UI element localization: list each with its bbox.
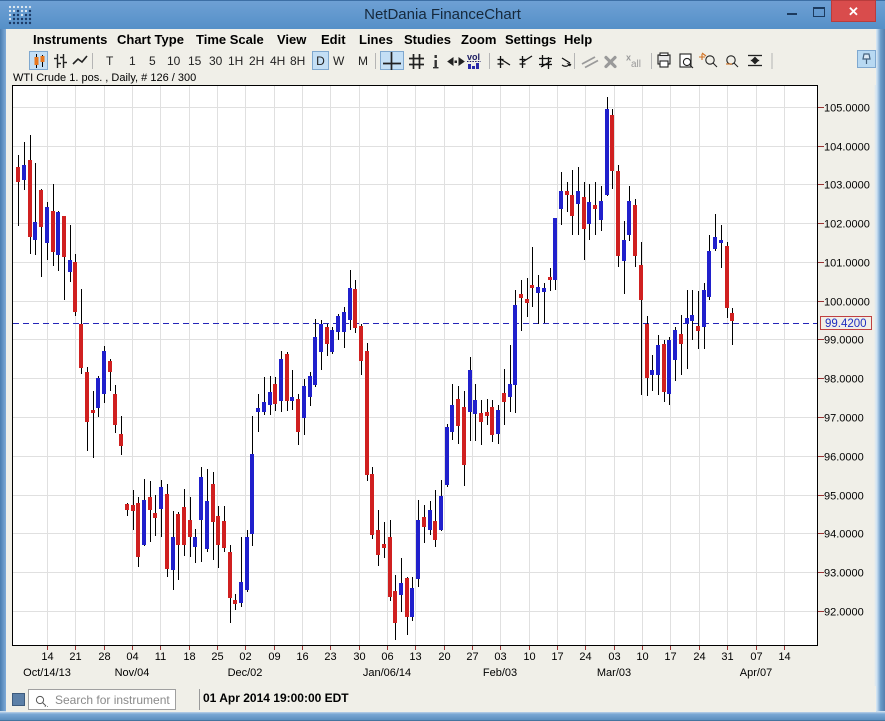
svg-text:10: 10 — [523, 651, 535, 663]
svg-text:Dec/02: Dec/02 — [228, 667, 263, 679]
svg-text:103.0000: 103.0000 — [824, 180, 870, 192]
svg-text:09: 09 — [268, 651, 280, 663]
svg-text:23: 23 — [324, 651, 336, 663]
svg-text:27: 27 — [466, 651, 478, 663]
svg-text:28: 28 — [98, 651, 110, 663]
svg-text:21: 21 — [69, 651, 81, 663]
svg-text:11: 11 — [155, 651, 166, 663]
svg-text:99.0000: 99.0000 — [824, 335, 864, 347]
svg-text:24: 24 — [579, 651, 591, 663]
svg-text:100.0000: 100.0000 — [824, 297, 870, 309]
svg-text:92.0000: 92.0000 — [824, 607, 864, 619]
svg-text:14: 14 — [778, 651, 790, 663]
svg-text:31: 31 — [721, 651, 733, 663]
svg-text:..: .. — [44, 700, 48, 708]
svg-text:93.0000: 93.0000 — [824, 568, 864, 580]
svg-text:Oct/14/13: Oct/14/13 — [23, 667, 71, 679]
svg-text:14: 14 — [41, 651, 53, 663]
svg-text:Feb/03: Feb/03 — [483, 667, 517, 679]
svg-text:18: 18 — [183, 651, 195, 663]
svg-text:Apr/07: Apr/07 — [740, 667, 772, 679]
svg-text:03: 03 — [608, 651, 620, 663]
svg-text:all: all — [631, 59, 641, 70]
svg-text:25: 25 — [211, 651, 223, 663]
svg-text:17: 17 — [664, 651, 676, 663]
svg-text:Nov/04: Nov/04 — [115, 667, 150, 679]
svg-text:13: 13 — [409, 651, 421, 663]
svg-text:95.0000: 95.0000 — [824, 491, 864, 503]
svg-text:16: 16 — [296, 651, 308, 663]
svg-text:10: 10 — [636, 651, 648, 663]
svg-text:96.0000: 96.0000 — [824, 452, 864, 464]
svg-text:101.0000: 101.0000 — [824, 258, 870, 270]
svg-text:Jan/06/14: Jan/06/14 — [363, 667, 411, 679]
svg-text:102.0000: 102.0000 — [824, 219, 870, 231]
svg-text:97.0000: 97.0000 — [824, 413, 864, 425]
svg-text:06: 06 — [381, 651, 393, 663]
svg-text:104.0000: 104.0000 — [824, 142, 870, 154]
svg-text:99.4200: 99.4200 — [825, 318, 867, 330]
svg-text:105.0000: 105.0000 — [824, 103, 870, 115]
svg-text:02: 02 — [239, 651, 251, 663]
svg-text:03: 03 — [494, 651, 506, 663]
svg-text:94.0000: 94.0000 — [824, 529, 864, 541]
svg-text:Mar/03: Mar/03 — [597, 667, 631, 679]
svg-text:30: 30 — [353, 651, 365, 663]
svg-text:07: 07 — [750, 651, 762, 663]
svg-text:24: 24 — [693, 651, 705, 663]
svg-text:04: 04 — [126, 651, 138, 663]
svg-text:17: 17 — [551, 651, 563, 663]
svg-text:20: 20 — [438, 651, 450, 663]
svg-text:98.0000: 98.0000 — [824, 374, 864, 386]
svg-text:vol: vol — [467, 52, 480, 62]
